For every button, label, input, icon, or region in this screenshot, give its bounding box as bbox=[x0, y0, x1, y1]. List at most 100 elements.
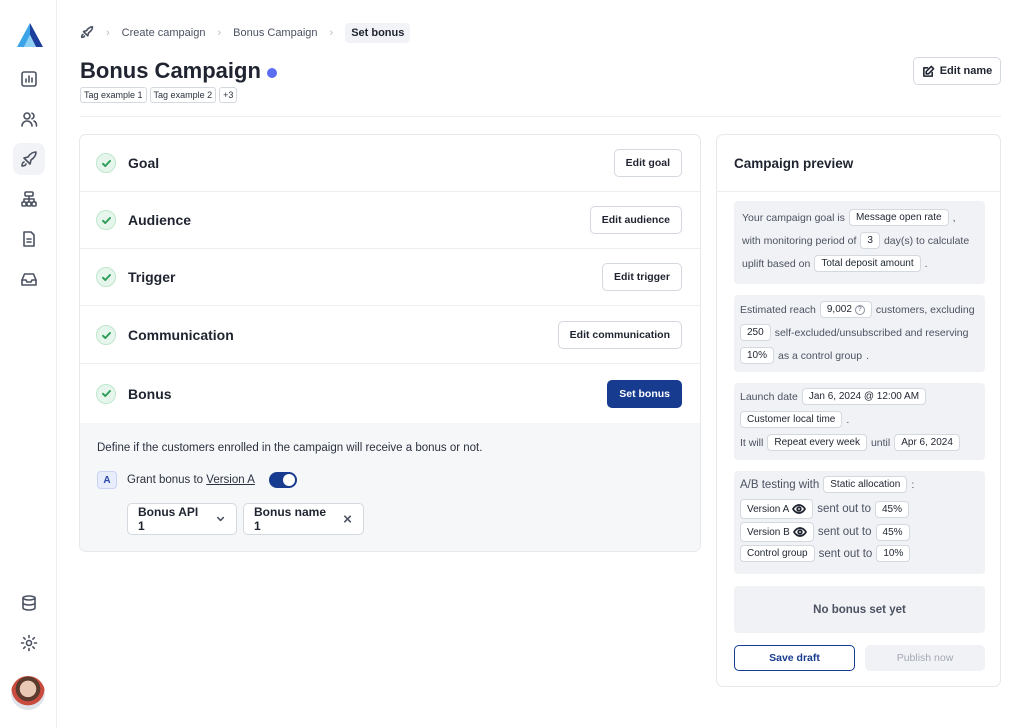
tag: Tag example 1 bbox=[80, 87, 147, 103]
sidebar bbox=[0, 0, 57, 728]
version-a-chip: Version A bbox=[740, 499, 814, 519]
breadcrumb-separator: › bbox=[106, 27, 110, 39]
bonus-name-select[interactable]: Bonus name 1 bbox=[243, 503, 364, 535]
version-name: Version A bbox=[747, 503, 790, 515]
bonus-settings: Define if the customers enrolled in the … bbox=[80, 423, 700, 551]
allocation-chip: Static allocation bbox=[823, 476, 908, 493]
preview-line: Customer local time . bbox=[740, 411, 849, 428]
preview-text: customers, excluding bbox=[875, 303, 975, 316]
preview-text: . bbox=[846, 413, 850, 426]
control-group-chip: Control group bbox=[740, 545, 815, 562]
breadcrumb-bonus-campaign[interactable]: Bonus Campaign bbox=[233, 27, 317, 39]
preview-text: Your campaign goal is bbox=[742, 211, 845, 224]
divider bbox=[80, 116, 1001, 117]
preview-text: Estimated reach bbox=[740, 303, 816, 316]
edit-goal-button[interactable]: Edit goal bbox=[613, 149, 682, 177]
grant-bonus-text: Grant bonus to Version A bbox=[127, 474, 255, 486]
preview-line: Launch date Jan 6, 2024 @ 12:00 AM bbox=[740, 388, 927, 405]
control-chip: 10% bbox=[740, 347, 775, 364]
preview-line: A/B testing with Static allocation : bbox=[740, 476, 914, 493]
nav-documents-icon[interactable] bbox=[13, 223, 45, 255]
nav-users-icon[interactable] bbox=[13, 103, 45, 135]
preview-goal-block: Your campaign goal is Message open rate … bbox=[734, 201, 985, 284]
preview-text: sent out to bbox=[818, 547, 873, 560]
step-trigger: Trigger Edit trigger bbox=[80, 249, 700, 306]
step-label: Bonus bbox=[128, 385, 172, 402]
check-icon bbox=[96, 383, 116, 404]
preview-text: , bbox=[952, 211, 956, 224]
nav-settings-gear-icon[interactable] bbox=[13, 627, 45, 659]
campaign-name: Bonus Campaign bbox=[80, 58, 261, 83]
breadcrumb-create-campaign[interactable]: Create campaign bbox=[122, 27, 206, 39]
nav-analytics-icon[interactable] bbox=[13, 63, 45, 95]
period-chip: 3 bbox=[860, 232, 880, 249]
edit-name-label: Edit name bbox=[939, 65, 993, 77]
check-icon bbox=[96, 210, 116, 230]
edit-audience-button[interactable]: Edit audience bbox=[589, 206, 682, 234]
bonus-name-value: Bonus name 1 bbox=[254, 505, 327, 533]
page-title: Bonus Campaign bbox=[80, 58, 277, 84]
edit-communication-button[interactable]: Edit communication bbox=[557, 321, 682, 349]
step-label: Audience bbox=[128, 212, 192, 228]
bonus-api-select[interactable]: Bonus API 1 bbox=[127, 503, 237, 535]
check-icon bbox=[96, 325, 116, 345]
version-b-chip: Version B bbox=[740, 522, 814, 542]
tag: Tag example 2 bbox=[149, 87, 217, 103]
ab-row-version-b: Version B sent out to 45% bbox=[740, 522, 910, 542]
edit-name-button[interactable]: Edit name bbox=[913, 57, 1001, 85]
breadcrumb-current: Set bonus bbox=[345, 23, 411, 43]
close-icon[interactable] bbox=[342, 513, 353, 525]
publish-now-button[interactable]: Publish now bbox=[865, 645, 985, 671]
info-icon[interactable]: ? bbox=[854, 304, 865, 315]
ab-row-control-group: Control group sent out to 10% bbox=[740, 545, 911, 562]
nav-campaigns-rocket-icon[interactable] bbox=[13, 143, 45, 175]
toggle-knob bbox=[283, 474, 295, 486]
preview-text: with monitoring period of bbox=[742, 234, 857, 247]
preview-text: until bbox=[870, 436, 891, 449]
breadcrumb-separator: › bbox=[329, 27, 334, 39]
divider bbox=[717, 191, 1000, 192]
preview-text: It will bbox=[740, 436, 764, 449]
step-bonus: Bonus Set bonus bbox=[80, 365, 700, 422]
step-label: Trigger bbox=[128, 269, 176, 285]
preview-text: sent out to bbox=[817, 503, 871, 515]
preview-text: as a control group bbox=[778, 349, 863, 362]
repeat-chip: Repeat every week bbox=[767, 434, 867, 451]
chevron-down-icon bbox=[216, 516, 225, 522]
nav-flows-icon[interactable] bbox=[13, 183, 45, 215]
edit-icon bbox=[922, 65, 935, 77]
preview-text: . bbox=[866, 349, 869, 362]
preview-text: . bbox=[924, 257, 928, 270]
grant-bonus-toggle[interactable] bbox=[269, 472, 297, 488]
nav-inbox-icon[interactable] bbox=[13, 263, 45, 295]
timezone-chip: Customer local time bbox=[740, 411, 843, 428]
status-dot bbox=[266, 67, 277, 78]
until-chip: Apr 6, 2024 bbox=[894, 434, 960, 451]
tag-more[interactable]: +3 bbox=[219, 87, 238, 103]
edit-trigger-button[interactable]: Edit trigger bbox=[601, 263, 682, 291]
nav-database-icon[interactable] bbox=[13, 587, 45, 619]
preview-text: A/B testing with bbox=[740, 478, 820, 491]
version-link[interactable]: Version A bbox=[206, 474, 255, 486]
set-bonus-button[interactable]: Set bonus bbox=[607, 379, 682, 408]
step-label: Communication bbox=[128, 327, 234, 343]
step-audience: Audience Edit audience bbox=[80, 192, 700, 249]
preview-text: sent out to bbox=[817, 526, 872, 538]
preview-line: uplift based on Total deposit amount . bbox=[742, 255, 928, 272]
no-bonus-message: No bonus set yet bbox=[734, 586, 985, 633]
launch-date-chip: Jan 6, 2024 @ 12:00 AM bbox=[801, 388, 927, 405]
save-draft-button[interactable]: Save draft bbox=[734, 645, 855, 671]
preview-text: : bbox=[911, 478, 915, 491]
rocket-icon[interactable] bbox=[80, 25, 94, 42]
metric-chip: Total deposit amount bbox=[814, 255, 921, 272]
eye-icon[interactable] bbox=[792, 525, 807, 539]
excluded-chip: 250 bbox=[740, 324, 771, 341]
preview-text: day(s) to calculate bbox=[883, 234, 970, 247]
preview-launch-block: Launch date Jan 6, 2024 @ 12:00 AM Custo… bbox=[734, 383, 985, 460]
eye-icon[interactable] bbox=[792, 502, 807, 516]
user-avatar[interactable] bbox=[11, 676, 45, 710]
preview-reach-block: Estimated reach 9,002 ? customers, exclu… bbox=[734, 295, 985, 372]
step-label: Goal bbox=[128, 155, 160, 171]
preview-text: Launch date bbox=[740, 390, 798, 403]
bonus-description: Define if the customers enrolled in the … bbox=[97, 442, 483, 454]
